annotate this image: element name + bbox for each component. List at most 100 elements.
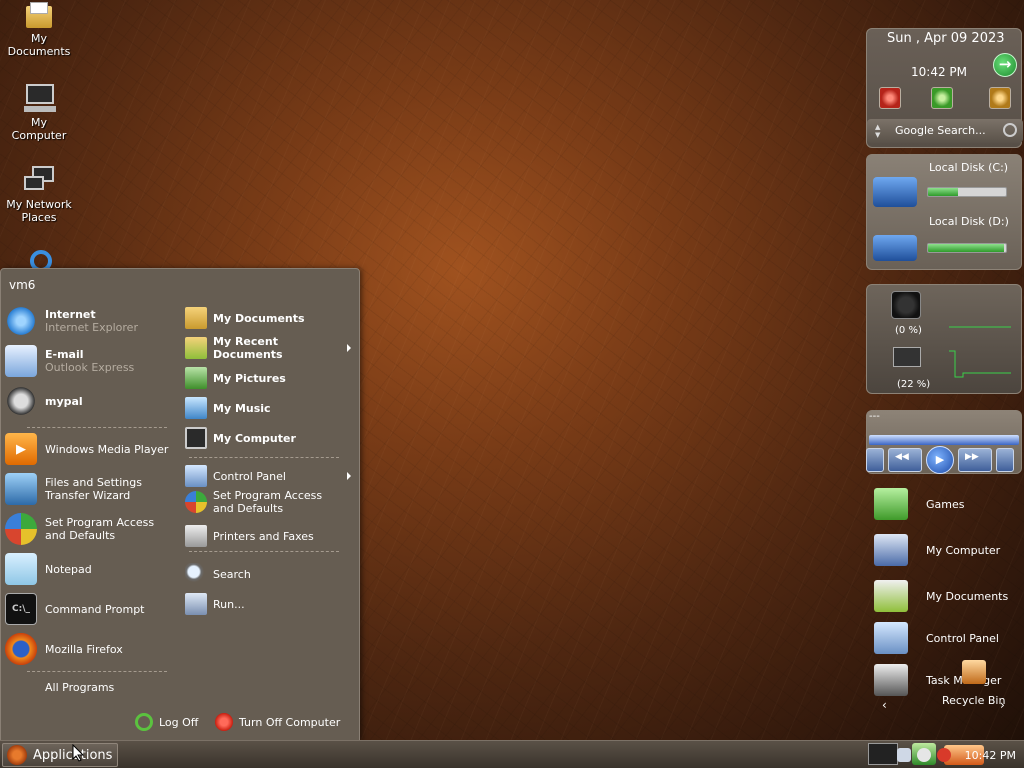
desktop-icon-internet-explorer[interactable]	[2, 248, 76, 268]
disk-panel: Local Disk (C:) Local Disk (D:)	[866, 154, 1022, 270]
outlook-express-icon	[5, 345, 37, 377]
dock-item-my-documents[interactable]: My Documents	[874, 580, 1008, 612]
program-access-icon	[5, 513, 37, 545]
restart-icon[interactable]	[931, 87, 953, 109]
submenu-arrow-icon	[347, 472, 351, 480]
stop-button[interactable]	[866, 448, 884, 472]
start-item-my-music[interactable]: My Music	[185, 397, 355, 419]
folder-icon	[185, 307, 207, 329]
ubuntu-logo-icon	[7, 745, 27, 765]
log-off-button[interactable]: Log Off	[135, 713, 198, 731]
log-off-icon	[135, 713, 153, 731]
start-menu: vm6 Internet Internet Explorer E-mail Outl…	[0, 268, 360, 742]
clock-panel: Sun , Apr 09 2023 10:42 PM → ▲ ▼ Google S…	[866, 28, 1023, 148]
menu-separator	[189, 551, 339, 552]
start-item-my-pictures[interactable]: My Pictures	[185, 367, 355, 389]
search-icon	[185, 563, 207, 585]
start-item-control-panel[interactable]: Control Panel	[185, 465, 355, 487]
start-item-run[interactable]: Run...	[185, 593, 355, 615]
computer-icon	[874, 534, 908, 566]
taskbar: Applications 10:42 PM	[0, 740, 1024, 768]
printer-icon	[185, 525, 207, 547]
command-prompt-icon: C:\_	[5, 593, 37, 625]
dock-item-my-computer[interactable]: My Computer	[874, 534, 1000, 566]
cpu-gauge-icon	[891, 291, 921, 319]
start-item-internet[interactable]: Internet Internet Explorer	[5, 305, 181, 337]
start-menu-username: vm6	[9, 278, 36, 292]
start-item-mozilla-firefox[interactable]: Mozilla Firefox	[5, 633, 181, 665]
start-item-my-documents[interactable]: My Documents	[185, 307, 355, 329]
cpu-graph	[949, 326, 1011, 328]
pictures-icon	[185, 367, 207, 389]
dock-item-control-panel[interactable]: Control Panel	[874, 622, 999, 654]
volume-tray-icon[interactable]	[916, 748, 931, 762]
control-panel-icon	[185, 465, 207, 487]
computer-icon	[22, 84, 56, 114]
start-item-my-recent-documents[interactable]: My Recent Documents	[185, 335, 355, 361]
system-monitor-panel: (0 %) (22 %)	[866, 284, 1022, 394]
sidebar-time: 10:42 PM	[911, 65, 967, 79]
network-icon	[22, 166, 56, 196]
network-tray-icon[interactable]	[896, 748, 911, 762]
disk-d-usage-bar	[927, 243, 1007, 253]
start-item-set-program-access[interactable]: Set Program Access and Defaults	[5, 513, 181, 545]
go-arrow-icon[interactable]: →	[993, 53, 1017, 77]
start-item-my-computer[interactable]: My Computer	[185, 427, 355, 449]
mouse-cursor-icon	[72, 744, 84, 762]
games-icon	[874, 488, 908, 520]
submenu-arrow-icon	[347, 344, 351, 352]
play-button[interactable]: ▶	[926, 446, 954, 474]
media-progress-bar[interactable]	[869, 435, 1019, 445]
menu-separator	[27, 671, 167, 672]
menu-separator	[189, 457, 339, 458]
desktop-sidebar: Sun , Apr 09 2023 10:42 PM → ▲ ▼ Google S…	[866, 28, 1024, 740]
start-item-mypal[interactable]: mypal	[5, 385, 181, 417]
start-item-printers-faxes[interactable]: Printers and Faxes	[185, 525, 355, 547]
hard-disk-icon	[873, 177, 917, 207]
start-item-search[interactable]: Search	[185, 563, 355, 585]
next-button[interactable]: ▶▶	[958, 448, 992, 472]
desktop-icon-my-computer[interactable]: My Computer	[2, 84, 76, 142]
documents-icon	[874, 580, 908, 612]
start-item-files-transfer-wizard[interactable]: Files and Settings Transfer Wizard	[5, 473, 181, 505]
previous-button[interactable]: ◀◀	[888, 448, 922, 472]
taskbar-clock[interactable]: 10:42 PM	[965, 749, 1016, 762]
start-item-notepad[interactable]: Notepad	[5, 553, 181, 585]
applications-start-button[interactable]: Applications	[2, 743, 118, 767]
search-icon[interactable]	[1003, 123, 1017, 137]
terminal-taskbar-icon[interactable]	[868, 743, 898, 765]
hard-disk-icon	[873, 235, 917, 261]
security-alert-icon[interactable]	[936, 748, 951, 762]
disk-c-usage-bar	[927, 187, 1007, 197]
menu-separator	[27, 427, 167, 428]
google-search-box[interactable]: ▲ ▼ Google Search...	[867, 119, 1023, 143]
power-icon	[215, 713, 233, 731]
recycle-bin-icon[interactable]	[962, 660, 986, 684]
program-access-icon	[185, 491, 207, 513]
all-programs-button[interactable]: All Programs	[45, 681, 175, 694]
memory-graph	[949, 350, 1011, 378]
notepad-icon	[5, 553, 37, 585]
eject-button[interactable]	[996, 448, 1014, 472]
run-icon	[185, 593, 207, 615]
recent-documents-icon	[185, 337, 207, 359]
desktop-icon-my-documents[interactable]: My Documents	[2, 0, 76, 58]
firefox-icon	[5, 633, 37, 665]
control-panel-icon	[874, 622, 908, 654]
sidebar-date: Sun , Apr 09 2023	[887, 31, 1005, 46]
search-scroll-arrows-icon[interactable]: ▲ ▼	[875, 123, 880, 139]
start-item-windows-media-player[interactable]: ▶ Windows Media Player	[5, 433, 181, 465]
dock-prev-arrow-icon[interactable]: ‹	[882, 698, 887, 712]
standby-icon[interactable]	[989, 87, 1011, 109]
turn-off-computer-button[interactable]: Turn Off Computer	[215, 713, 340, 731]
folder-icon	[22, 0, 56, 30]
dock-next-arrow-icon[interactable]: ›	[1000, 698, 1005, 712]
desktop-icon-my-network-places[interactable]: My Network Places	[2, 166, 76, 224]
start-item-email[interactable]: E-mail Outlook Express	[5, 345, 181, 377]
start-item-command-prompt[interactable]: C:\_ Command Prompt	[5, 593, 181, 625]
shutdown-icon[interactable]	[879, 87, 901, 109]
dock-item-recycle-bin[interactable]: Recycle Bin	[942, 694, 1005, 707]
internet-explorer-icon	[22, 248, 56, 268]
dock-item-games[interactable]: Games ▼	[874, 488, 1024, 520]
start-item-set-program-access-right[interactable]: Set Program Access and Defaults	[185, 489, 355, 515]
